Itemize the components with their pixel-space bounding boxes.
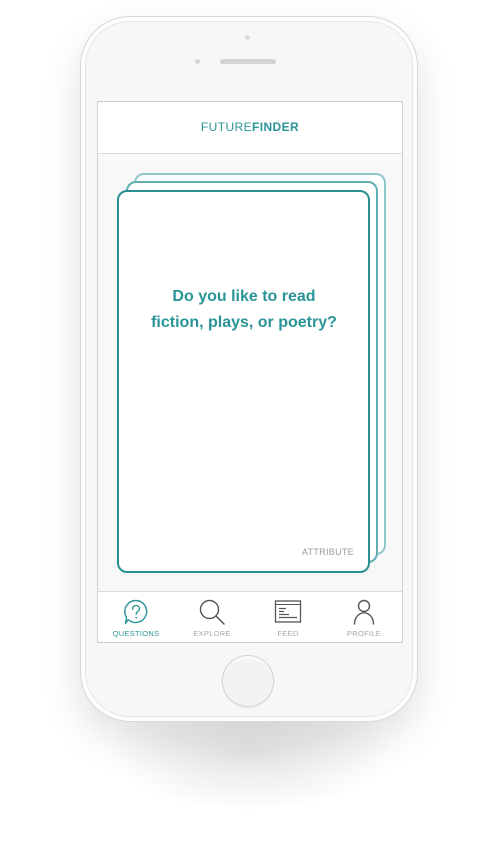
question-text: Do you like to read fiction, plays, or p… [151,288,337,331]
front-camera [245,35,250,40]
search-icon [199,599,225,625]
tab-bar: QUESTIONS EXPLORE FEED PROFILE [98,591,402,642]
tab-profile[interactable]: PROFILE [326,592,402,642]
attribute-label: ATTRIBUTE [301,547,354,557]
profile-icon [353,599,375,625]
question-card[interactable]: Do you like to read fiction, plays, or p… [117,190,370,573]
question-bubble-icon [124,599,148,625]
tab-questions-label: QUESTIONS [112,629,160,638]
question-card-stack[interactable]: Do you like to read fiction, plays, or p… [98,154,402,590]
app-logo: FUTUREFINDER [201,120,299,134]
tab-feed[interactable]: FEED [250,592,326,642]
logo-text-future: FUTURE [200,120,252,134]
tab-profile-label: PROFILE [346,629,382,638]
phone-screen: FUTUREFINDER Do you like to read fiction… [97,101,403,643]
logo-text-finder: FINDER [251,120,300,134]
earpiece-speaker [220,59,276,64]
proximity-sensor [195,59,200,64]
tab-feed-label: FEED [277,629,299,638]
home-button[interactable] [222,655,274,707]
tab-explore[interactable]: EXPLORE [174,592,250,642]
tab-questions[interactable]: QUESTIONS [98,592,174,642]
app-header: FUTUREFINDER [98,102,402,154]
tab-explore-label: EXPLORE [193,629,231,638]
feed-icon [274,600,302,623]
stage: FUTUREFINDER Do you like to read fiction… [0,0,502,862]
